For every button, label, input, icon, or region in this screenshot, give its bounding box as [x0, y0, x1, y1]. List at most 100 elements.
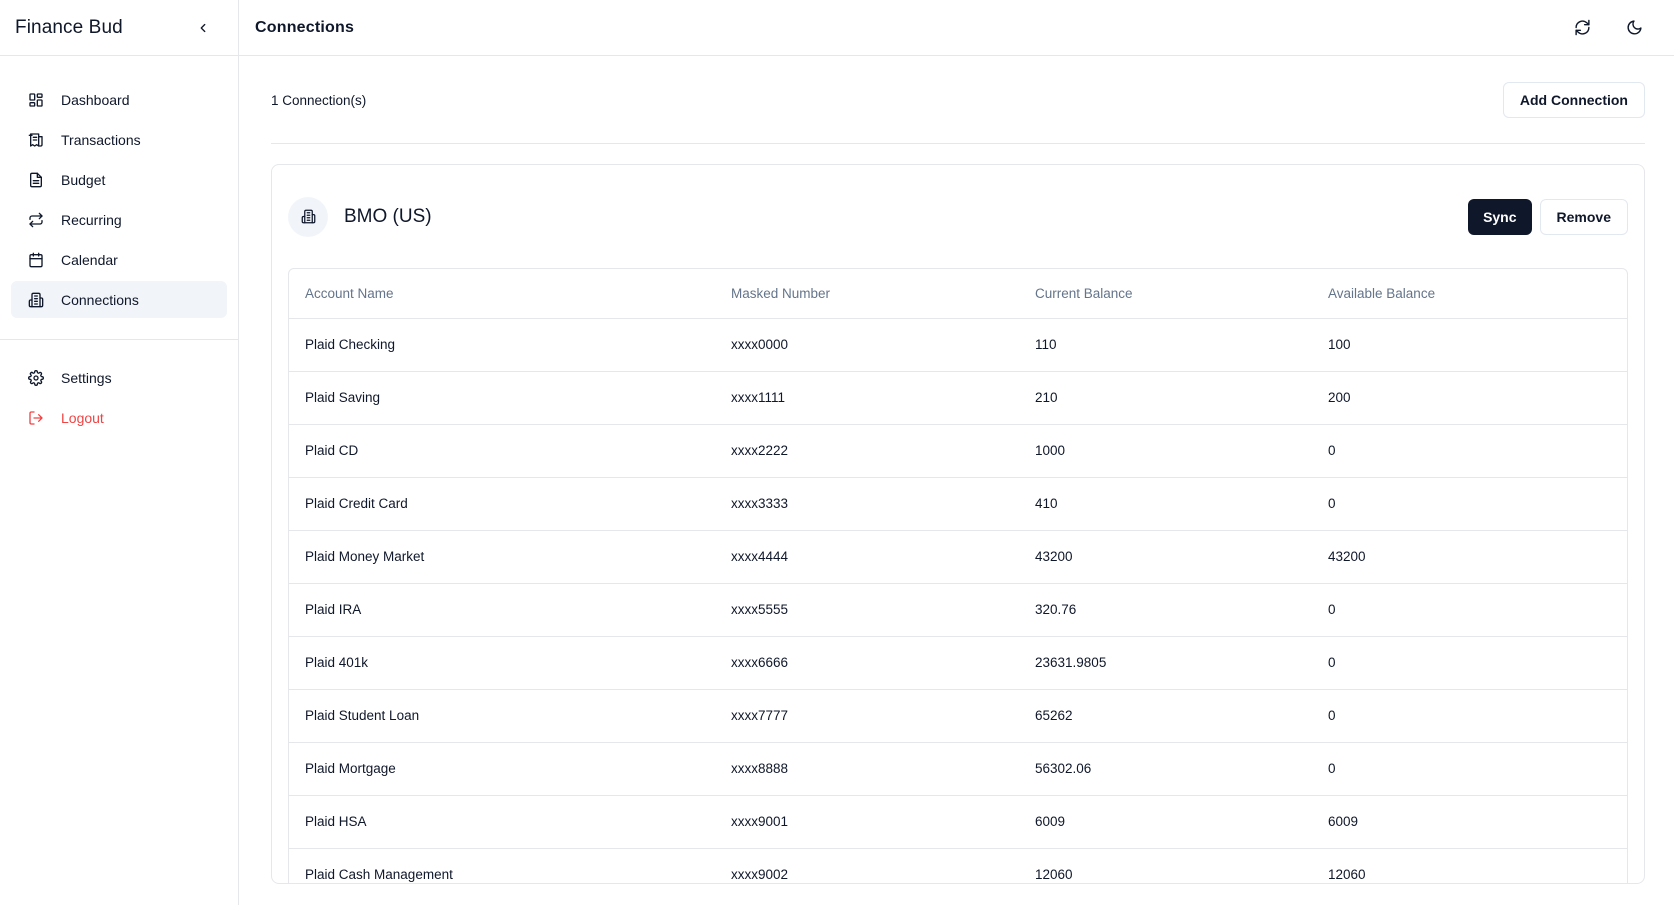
sidebar-item-budget[interactable]: Budget [11, 161, 227, 198]
account-name-cell: Plaid HSA [289, 795, 715, 849]
masked-number-cell: xxxx1111 [715, 371, 1019, 425]
table-row[interactable]: Plaid HSA xxxx9001 6009 6009 [289, 795, 1627, 849]
column-header-current-balance[interactable]: Current Balance [1019, 269, 1312, 319]
table-row[interactable]: Plaid Checking xxxx0000 110 100 [289, 318, 1627, 372]
available-balance-cell: 0 [1312, 636, 1627, 690]
connection-card: BMO (US) Sync Remove Account Name Masked… [271, 164, 1645, 884]
available-balance-cell: 0 [1312, 583, 1627, 637]
sidebar-item-label: Settings [61, 369, 112, 386]
sidebar-item-dashboard[interactable]: Dashboard [11, 81, 227, 118]
account-name-cell: Plaid Checking [289, 318, 715, 372]
masked-number-cell: xxxx7777 [715, 689, 1019, 743]
current-balance-cell: 410 [1019, 477, 1312, 531]
accounts-table-wrapper: Account Name Masked Number Current Balan… [288, 268, 1628, 883]
table-row[interactable]: Plaid Credit Card xxxx3333 410 0 [289, 477, 1627, 531]
sidebar-header: Finance Bud [0, 0, 238, 56]
sidebar: Finance Bud Dashboard Transactions Budge… [0, 0, 239, 905]
refresh-button[interactable] [1566, 12, 1598, 44]
sidebar-item-label: Connections [61, 291, 139, 308]
sidebar-secondary-nav: Settings Logout [0, 359, 238, 436]
masked-number-cell: xxxx6666 [715, 636, 1019, 690]
sidebar-item-connections[interactable]: Connections [11, 281, 227, 318]
sidebar-item-calendar[interactable]: Calendar [11, 241, 227, 278]
logout-icon [27, 409, 45, 427]
bank-icon [301, 209, 315, 224]
sidebar-nav: Dashboard Transactions Budget Recurring [0, 56, 238, 318]
sidebar-item-label: Budget [61, 171, 106, 188]
current-balance-cell: 12060 [1019, 848, 1312, 883]
connection-count: 1 Connection(s) [271, 92, 367, 108]
masked-number-cell: xxxx2222 [715, 424, 1019, 478]
table-row[interactable]: Plaid 401k xxxx6666 23631.9805 0 [289, 636, 1627, 690]
available-balance-cell: 100 [1312, 318, 1627, 372]
sidebar-item-label: Dashboard [61, 91, 130, 108]
chevron-left-icon [200, 23, 206, 32]
collapse-sidebar-button[interactable] [192, 17, 214, 39]
column-header-account-name[interactable]: Account Name [289, 269, 715, 319]
available-balance-cell: 0 [1312, 742, 1627, 796]
sidebar-item-label: Transactions [61, 131, 141, 148]
current-balance-cell: 1000 [1019, 424, 1312, 478]
sidebar-item-transactions[interactable]: Transactions [11, 121, 227, 158]
available-balance-cell: 12060 [1312, 848, 1627, 883]
masked-number-cell: xxxx0000 [715, 318, 1019, 372]
account-name-cell: Plaid Cash Management [289, 848, 715, 883]
page-title: Connections [255, 18, 355, 36]
current-balance-cell: 6009 [1019, 795, 1312, 849]
table-row[interactable]: Plaid Cash Management xxxx9002 12060 120… [289, 848, 1627, 883]
accounts-table: Account Name Masked Number Current Balan… [289, 269, 1627, 883]
masked-number-cell: xxxx5555 [715, 583, 1019, 637]
sync-button[interactable]: Sync [1468, 198, 1532, 235]
sidebar-item-logout[interactable]: Logout [11, 399, 227, 436]
available-balance-cell: 200 [1312, 371, 1627, 425]
bank-avatar [288, 196, 328, 237]
refresh-icon [1574, 19, 1590, 36]
account-name-cell: Plaid CD [289, 424, 715, 478]
top-actions [1566, 12, 1650, 44]
receipt-icon [27, 131, 45, 149]
current-balance-cell: 56302.06 [1019, 742, 1312, 796]
account-name-cell: Plaid Money Market [289, 530, 715, 584]
connection-card-header: BMO (US) Sync Remove [288, 165, 1628, 268]
account-name-cell: Plaid Mortgage [289, 742, 715, 796]
theme-toggle-button[interactable] [1618, 12, 1650, 44]
document-icon [27, 171, 45, 189]
bank-icon [27, 291, 45, 309]
sidebar-divider [0, 339, 238, 340]
sidebar-item-settings[interactable]: Settings [11, 359, 227, 396]
account-name-cell: Plaid Saving [289, 371, 715, 425]
connection-actions: Sync Remove [1468, 198, 1628, 235]
app-root: Finance Bud Dashboard Transactions Budge… [0, 0, 1674, 905]
table-row[interactable]: Plaid Saving xxxx1111 210 200 [289, 371, 1627, 425]
account-name-cell: Plaid Credit Card [289, 477, 715, 531]
table-row[interactable]: Plaid IRA xxxx5555 320.76 0 [289, 583, 1627, 637]
current-balance-cell: 320.76 [1019, 583, 1312, 637]
app-title: Finance Bud [15, 16, 123, 38]
table-row[interactable]: Plaid CD xxxx2222 1000 0 [289, 424, 1627, 478]
gear-icon [27, 369, 45, 387]
table-row[interactable]: Plaid Mortgage xxxx8888 56302.06 0 [289, 742, 1627, 796]
masked-number-cell: xxxx9001 [715, 795, 1019, 849]
main-content: 1 Connection(s) Add Connection BMO (US) … [239, 57, 1674, 905]
table-row[interactable]: Plaid Money Market xxxx4444 43200 43200 [289, 530, 1627, 584]
available-balance-cell: 6009 [1312, 795, 1627, 849]
add-connection-button[interactable]: Add Connection [1502, 82, 1645, 118]
current-balance-cell: 110 [1019, 318, 1312, 372]
current-balance-cell: 23631.9805 [1019, 636, 1312, 690]
sidebar-item-label: Recurring [61, 211, 122, 228]
connections-toolbar: 1 Connection(s) Add Connection [271, 57, 1645, 144]
sidebar-item-label: Calendar [61, 251, 118, 268]
account-name-cell: Plaid 401k [289, 636, 715, 690]
current-balance-cell: 210 [1019, 371, 1312, 425]
calendar-icon [27, 251, 45, 269]
remove-button[interactable]: Remove [1539, 198, 1628, 235]
top-bar: Connections [239, 0, 1674, 56]
column-header-masked-number[interactable]: Masked Number [715, 269, 1019, 319]
table-row[interactable]: Plaid Student Loan xxxx7777 65262 0 [289, 689, 1627, 743]
masked-number-cell: xxxx9002 [715, 848, 1019, 883]
current-balance-cell: 65262 [1019, 689, 1312, 743]
repeat-icon [27, 211, 45, 229]
sidebar-item-recurring[interactable]: Recurring [11, 201, 227, 238]
column-header-available-balance[interactable]: Available Balance [1312, 269, 1627, 319]
table-header-row: Account Name Masked Number Current Balan… [289, 269, 1627, 319]
